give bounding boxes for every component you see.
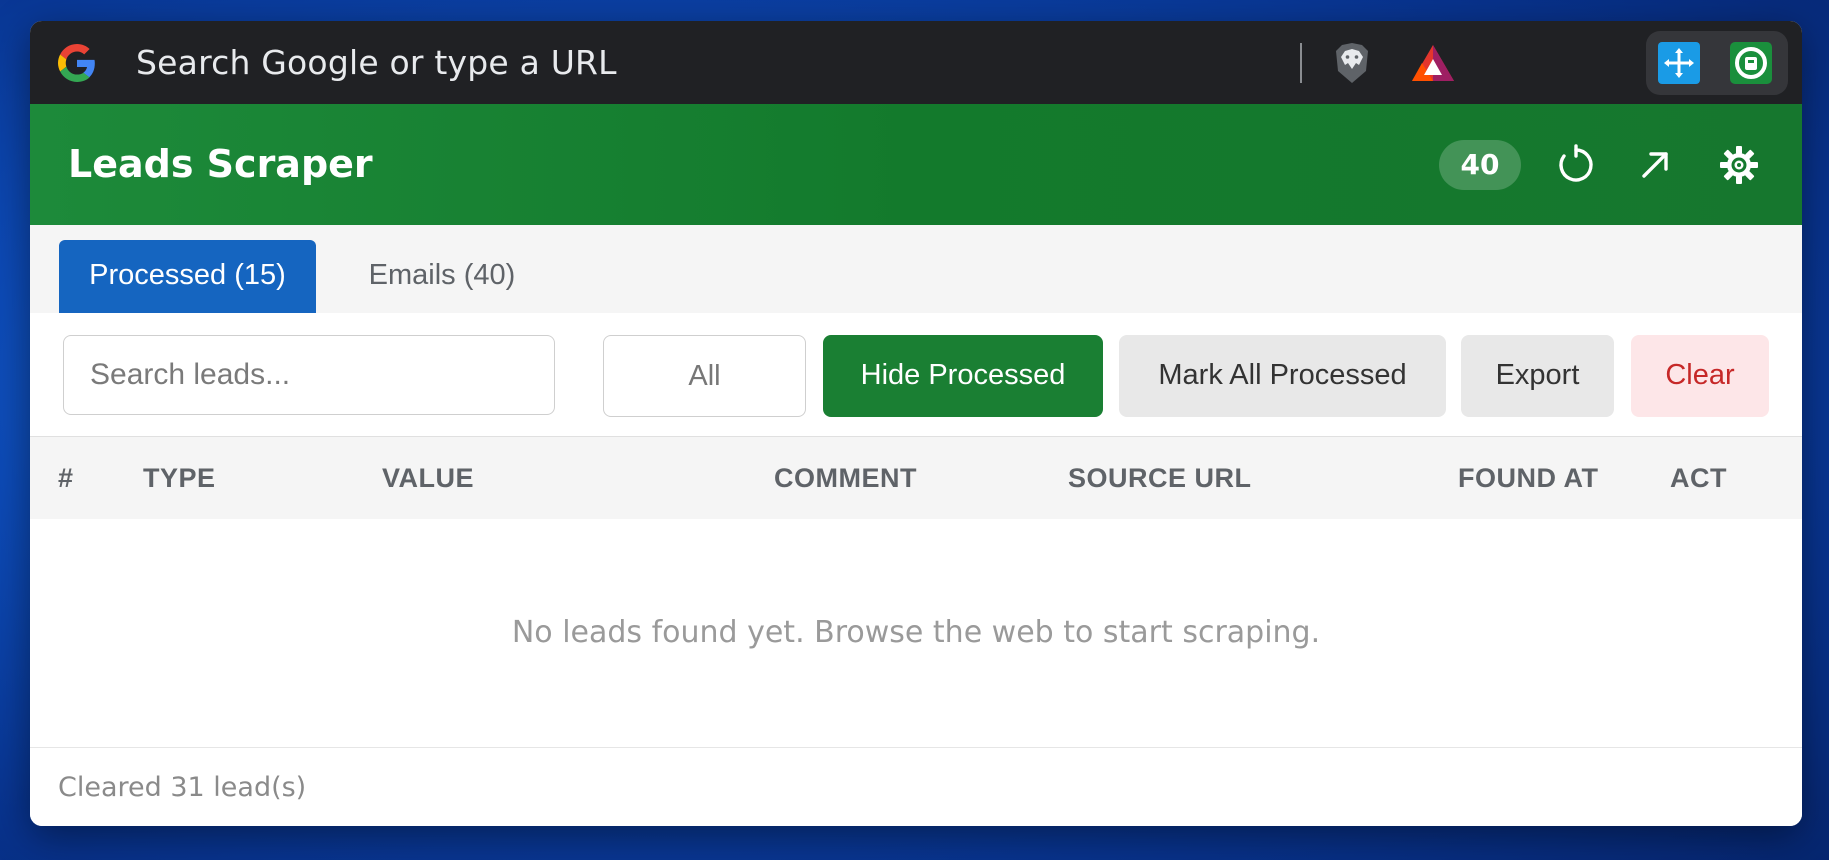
move-extension-icon[interactable] bbox=[1658, 42, 1700, 84]
column-header-value: VALUE bbox=[382, 463, 475, 493]
gear-icon[interactable] bbox=[1718, 144, 1760, 186]
export-button[interactable]: Export bbox=[1461, 335, 1614, 417]
column-header-type: TYPE bbox=[143, 463, 216, 493]
empty-state-message: No leads found yet. Browse the web to st… bbox=[511, 615, 1321, 650]
brave-shield-icon[interactable] bbox=[1332, 41, 1372, 85]
lead-count-badge: 40 bbox=[1439, 140, 1521, 190]
column-header-found-at: FOUND AT bbox=[1458, 463, 1599, 493]
scraper-extension-icon[interactable] bbox=[1730, 42, 1772, 84]
tab-emails[interactable]: Emails (40) bbox=[352, 240, 532, 313]
hide-processed-button[interactable]: Hide Processed bbox=[823, 335, 1103, 417]
browser-toolbar: Search Google or type a URL bbox=[30, 21, 1802, 104]
status-text: Cleared 31 lead(s) bbox=[58, 772, 307, 803]
filter-select[interactable]: All bbox=[603, 335, 806, 417]
extension-popup-window: Search Google or type a URL Leads Scrape… bbox=[30, 21, 1802, 826]
omnibox[interactable]: Search Google or type a URL bbox=[136, 41, 617, 85]
refresh-icon[interactable] bbox=[1555, 144, 1597, 186]
open-external-icon[interactable] bbox=[1634, 144, 1676, 186]
mark-all-processed-button[interactable]: Mark All Processed bbox=[1119, 335, 1446, 417]
toolbar-divider bbox=[1300, 43, 1302, 83]
table-body: No leads found yet. Browse the web to st… bbox=[30, 519, 1802, 747]
google-g-icon bbox=[58, 44, 95, 82]
tab-processed[interactable]: Processed (15) bbox=[59, 240, 316, 313]
column-header-comment: COMMENT bbox=[774, 463, 917, 493]
bat-rewards-icon[interactable] bbox=[1410, 43, 1456, 83]
tab-bar: Processed (15) Emails (40) bbox=[30, 225, 1802, 314]
search-input[interactable] bbox=[63, 335, 555, 415]
app-header: Leads Scraper 40 bbox=[30, 104, 1802, 225]
status-bar: Cleared 31 lead(s) bbox=[30, 747, 1802, 826]
clear-button[interactable]: Clear bbox=[1631, 335, 1769, 417]
column-header-actions: ACT bbox=[1670, 463, 1727, 493]
column-header-source-url: SOURCE URL bbox=[1068, 463, 1252, 493]
lead-toolbar: All Hide Processed Mark All Processed Ex… bbox=[30, 313, 1802, 436]
table-header: # TYPE VALUE COMMENT SOURCE URL FOUND AT… bbox=[30, 436, 1802, 520]
column-header-index: # bbox=[58, 463, 74, 493]
app-title: Leads Scraper bbox=[68, 142, 373, 186]
